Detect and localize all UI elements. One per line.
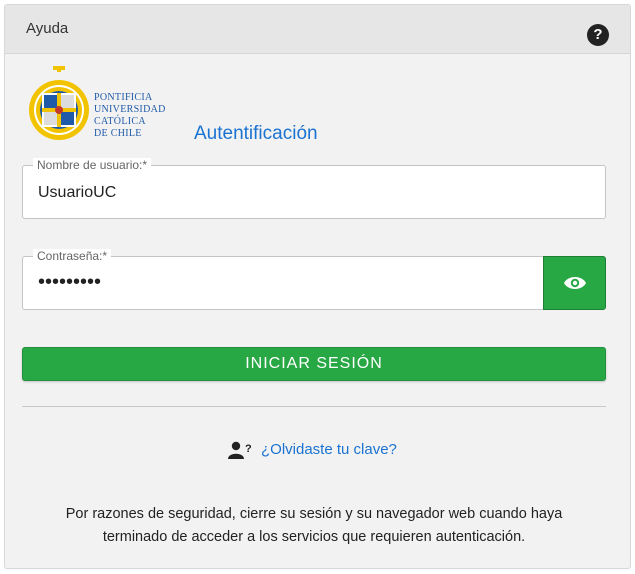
security-notice-line: terminado de acceder a los servicios que… xyxy=(102,529,526,545)
password-field[interactable]: Contraseña:* ••••••••• xyxy=(22,249,543,310)
username-field[interactable]: Nombre de usuario:* UsuarioUC xyxy=(22,158,606,219)
page-title: Autentificación xyxy=(194,123,318,144)
question-circle-icon[interactable]: ? xyxy=(587,24,609,46)
university-name: PONTIFICIA UNIVERSIDAD CATÓLICA DE CHILE xyxy=(94,92,166,140)
username-label: Nombre de usuario:* xyxy=(33,158,152,172)
university-name-line: CATÓLICA xyxy=(94,116,146,127)
security-notice-line: Por razones de seguridad, cierre su sesi… xyxy=(65,506,563,522)
eye-icon xyxy=(564,277,586,289)
login-button[interactable]: INICIAR SESIÓN xyxy=(22,347,606,381)
university-name-line: DE CHILE xyxy=(94,128,142,139)
panel-header: Ayuda ? xyxy=(5,5,630,54)
university-crest-icon xyxy=(29,66,89,140)
user-question-icon: ? xyxy=(228,441,252,459)
university-name-line: PONTIFICIA xyxy=(94,92,153,103)
panel-title: Ayuda xyxy=(26,20,69,37)
university-name-line: UNIVERSIDAD xyxy=(94,104,166,115)
security-notice: Por razones de seguridad, cierre su sesi… xyxy=(22,503,606,549)
password-input[interactable]: ••••••••• xyxy=(38,271,101,294)
password-label: Contraseña:* xyxy=(33,249,112,263)
forgot-password-link[interactable]: ¿Olvidaste tu clave? xyxy=(261,441,397,458)
divider xyxy=(22,406,606,407)
username-input[interactable]: UsuarioUC xyxy=(38,184,116,202)
show-password-button[interactable] xyxy=(543,256,606,310)
svg-text:?: ? xyxy=(245,443,252,455)
